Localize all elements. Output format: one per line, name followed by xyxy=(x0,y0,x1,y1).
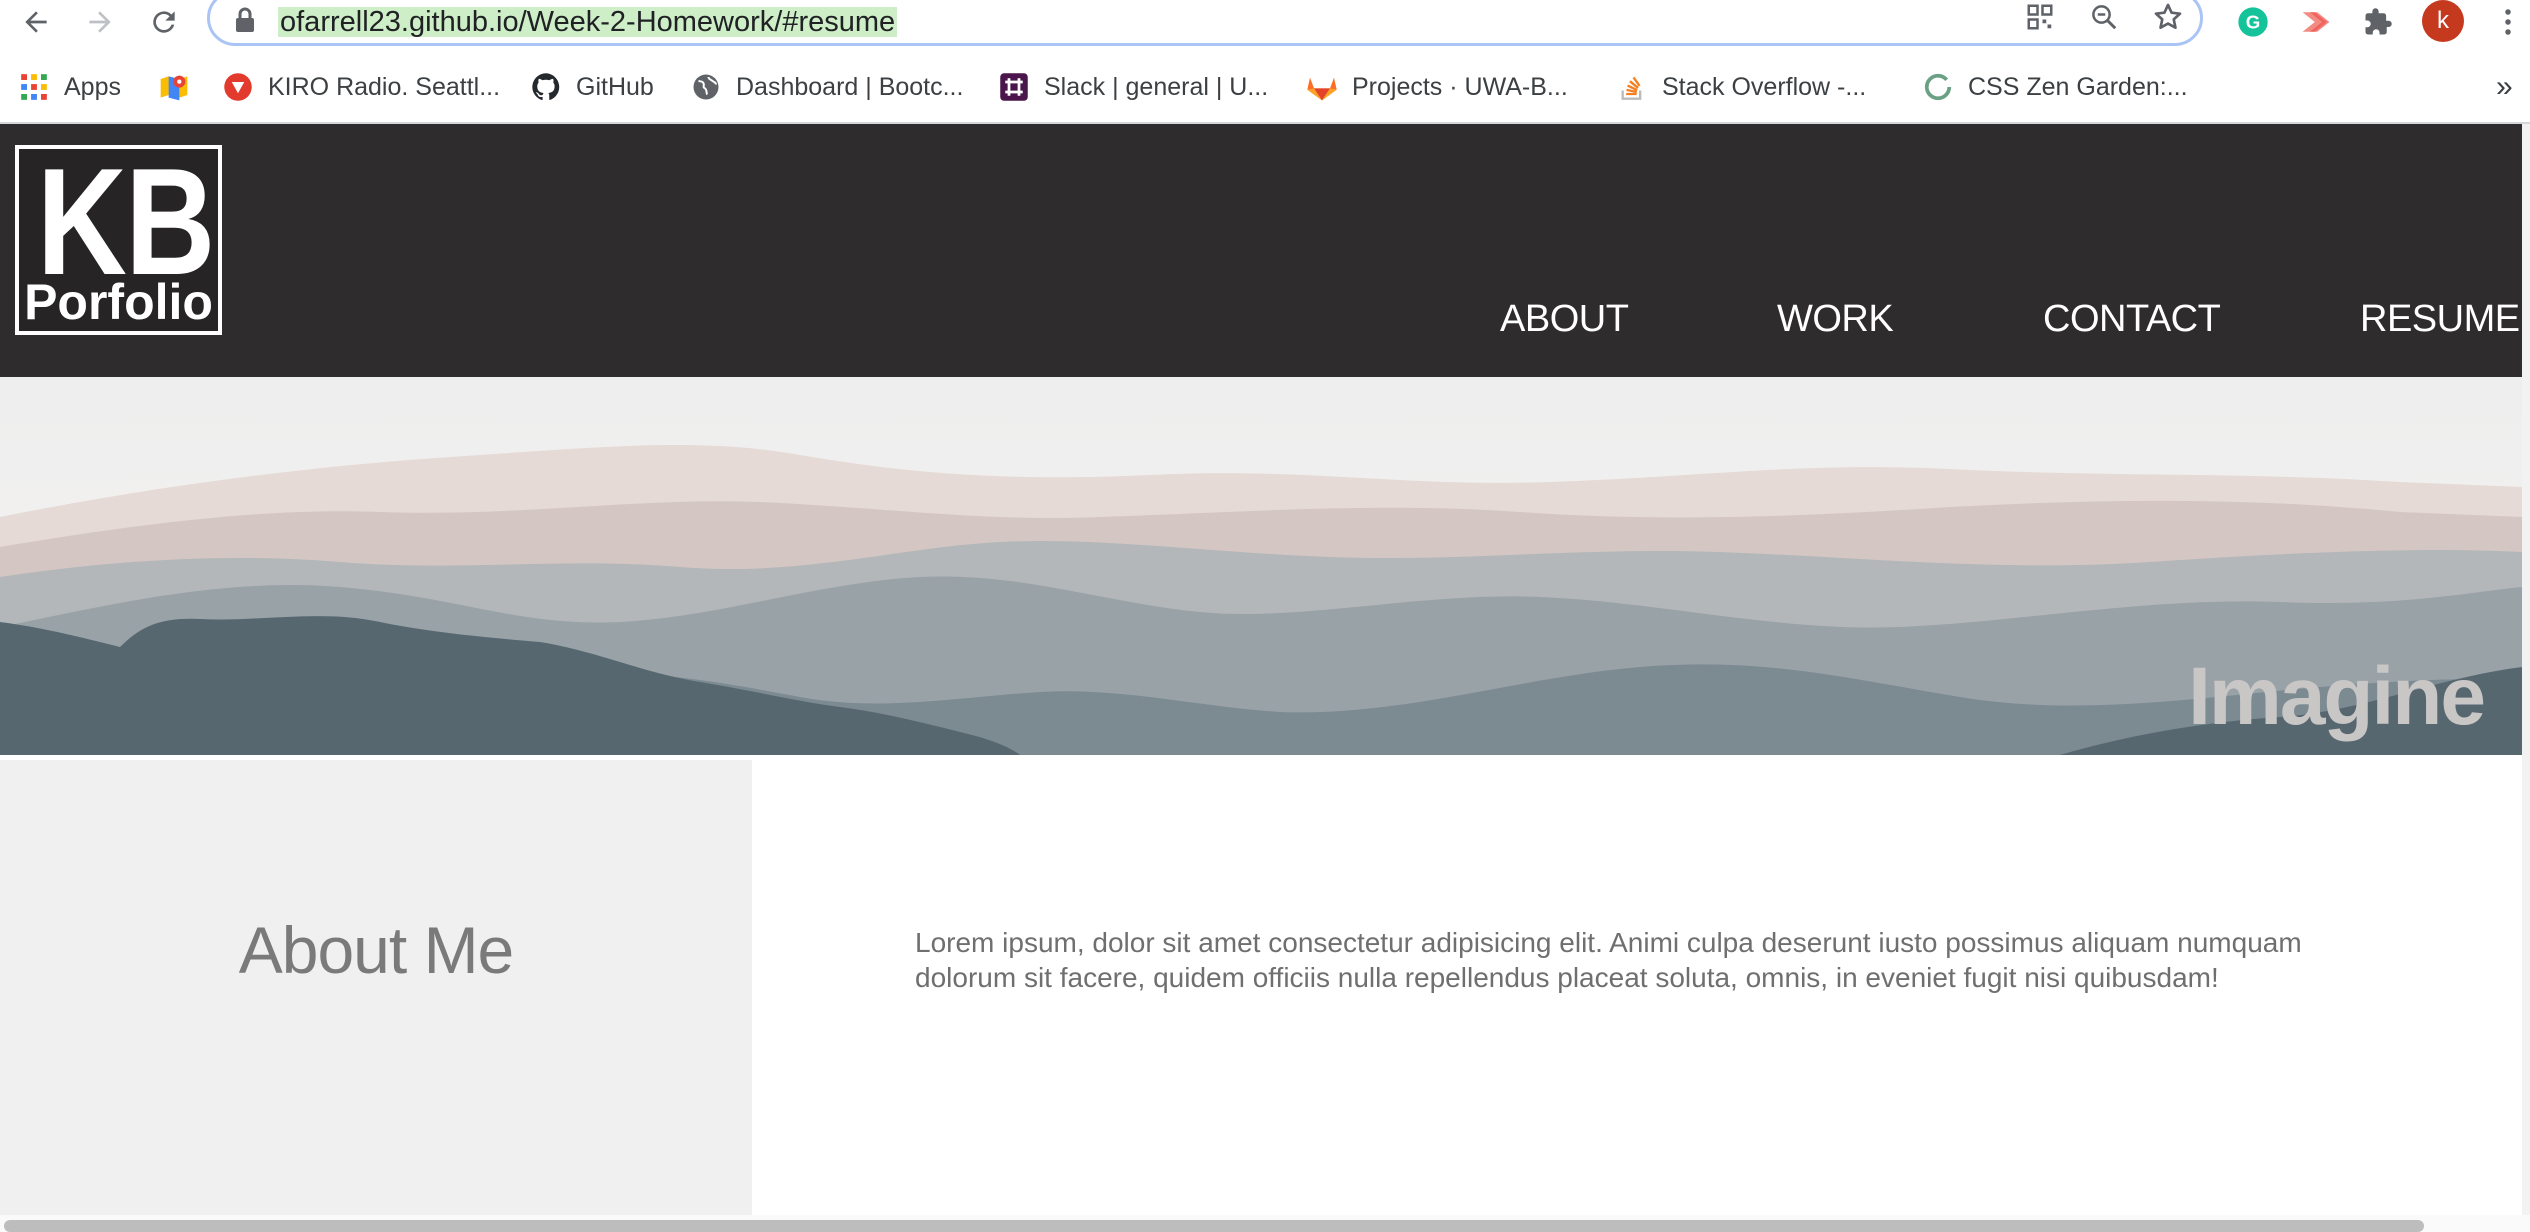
url-text[interactable]: ofarrell23.github.io/Week-2-Homework/#re… xyxy=(278,7,898,37)
mountain-landscape-image xyxy=(0,377,2522,755)
bookmark-label: Apps xyxy=(64,72,121,101)
bookmark-label: KIRO Radio. Seattl... xyxy=(268,72,501,101)
bookmark-label: Slack | general | U... xyxy=(1044,72,1269,101)
about-title: About Me xyxy=(238,913,515,987)
bookmark-github[interactable]: GitHub xyxy=(530,62,654,112)
bookmark-stack-overflow[interactable]: Stack Overflow -... xyxy=(1616,62,1866,112)
nav-about-link[interactable]: ABOUT xyxy=(1500,299,1629,339)
extensions-puzzle-icon[interactable] xyxy=(2360,4,2396,40)
bookmark-label: Stack Overflow -... xyxy=(1662,72,1867,101)
gitlab-icon xyxy=(1306,71,1338,103)
logo-wordmark: Porfolio xyxy=(24,274,213,330)
forward-arrow-icon[interactable] xyxy=(82,4,118,40)
bookmark-css-zen-garden[interactable]: CSS Zen Garden:... xyxy=(1922,62,2188,112)
chrome-menu-icon[interactable] xyxy=(2490,4,2526,40)
back-arrow-icon[interactable] xyxy=(18,4,54,40)
overflow-chevron-icon: » xyxy=(2496,70,2513,103)
svg-text:G: G xyxy=(2246,12,2261,33)
nav-resume-link[interactable]: RESUME xyxy=(2360,299,2520,339)
bookmark-slack[interactable]: Slack | general | U... xyxy=(998,62,1268,112)
github-icon xyxy=(530,71,562,103)
bookmark-star-icon[interactable] xyxy=(2150,0,2186,35)
horizontal-scrollbar-thumb[interactable] xyxy=(4,1220,2424,1232)
stackoverflow-icon xyxy=(1616,71,1648,103)
nav-contact-link[interactable]: CONTACT xyxy=(2043,299,2221,339)
lock-icon[interactable] xyxy=(234,7,256,38)
grammarly-icon[interactable]: G xyxy=(2235,4,2271,40)
about-heading-panel: About Me xyxy=(0,760,752,1215)
google-maps-icon xyxy=(158,71,190,103)
bookmark-label: CSS Zen Garden:... xyxy=(1968,72,2188,101)
bookmarks-overflow-button[interactable]: » xyxy=(2496,62,2513,112)
site-header: KB Porfolio ABOUT WORK CONTACT RESUME xyxy=(0,124,2522,377)
bookmark-label: GitHub xyxy=(576,72,654,101)
zen-garden-icon xyxy=(1922,71,1954,103)
nav-work-link[interactable]: WORK xyxy=(1777,299,1894,339)
apps-grid-icon xyxy=(18,71,50,103)
bookmark-dashboard[interactable]: Dashboard | Bootc... xyxy=(690,62,963,112)
qr-code-icon[interactable] xyxy=(2022,0,2058,35)
hero-tagline: Imagine xyxy=(2188,651,2486,742)
profile-avatar[interactable]: k xyxy=(2422,0,2464,42)
address-bar[interactable]: ofarrell23.github.io/Week-2-Homework/#re… xyxy=(207,0,2203,46)
globe-icon xyxy=(690,71,722,103)
bookmark-label: Projects · UWA-B... xyxy=(1352,72,1568,101)
bookmark-label: Dashboard | Bootc... xyxy=(736,72,964,101)
about-paragraph: Lorem ipsum, dolor sit amet consectetur … xyxy=(915,927,2302,993)
browser-toolbar: ofarrell23.github.io/Week-2-Homework/#re… xyxy=(0,0,2530,46)
bookmark-gitlab-projects[interactable]: Projects · UWA-B... xyxy=(1306,62,1568,112)
bookmark-apps[interactable]: Apps xyxy=(18,62,121,112)
kiro-radio-icon xyxy=(222,71,254,103)
profile-initial: k xyxy=(2437,7,2449,34)
reload-icon[interactable] xyxy=(146,4,182,40)
bookmarks-bar: Apps KIRO Radio. Seattl... GitHub Dashbo… xyxy=(0,62,2530,112)
screencast-extension-icon[interactable] xyxy=(2298,4,2334,40)
zoom-out-icon[interactable] xyxy=(2086,0,2122,35)
slack-icon xyxy=(998,71,1030,103)
site-logo[interactable]: KB Porfolio xyxy=(15,145,222,335)
page-right-edge xyxy=(2522,124,2530,1215)
hero-banner: Imagine xyxy=(0,377,2522,755)
bookmark-google-maps[interactable] xyxy=(158,62,190,112)
bookmark-kiro-radio[interactable]: KIRO Radio. Seattl... xyxy=(222,62,500,112)
